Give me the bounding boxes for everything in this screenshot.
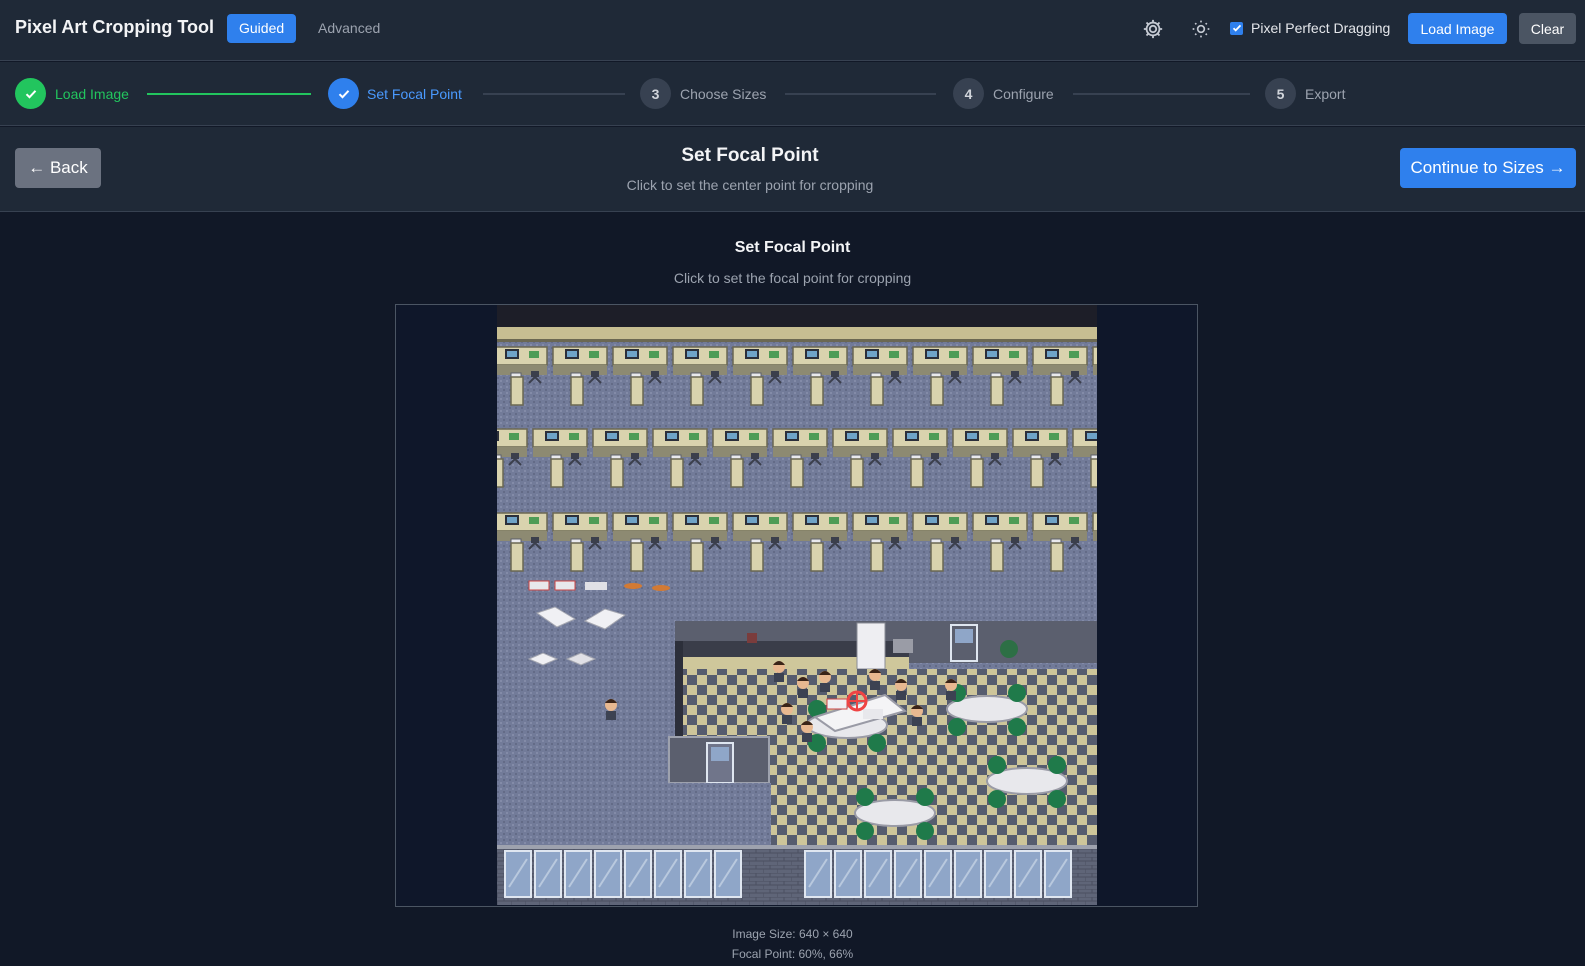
step-3-circle[interactable]: 3 bbox=[640, 78, 671, 109]
step-3-label[interactable]: Choose Sizes bbox=[680, 86, 766, 102]
app-header: Pixel Art Cropping Tool Guided Advanced … bbox=[0, 0, 1585, 61]
focal-point-info: Focal Point: 60%, 66% bbox=[731, 947, 854, 961]
pixel-perfect-label: Pixel Perfect Dragging bbox=[1251, 20, 1391, 36]
main-subtitle: Click to set the focal point for croppin… bbox=[673, 270, 912, 286]
toolbar-title: Set Focal Point bbox=[681, 145, 819, 166]
step-4-circle[interactable]: 4 bbox=[953, 78, 984, 109]
image-size-info: Image Size: 640 × 640 bbox=[732, 927, 853, 941]
stepper: Load Image Set Focal Point 3 Choose Size… bbox=[0, 62, 1585, 126]
step-connector bbox=[1073, 93, 1250, 95]
step-2-check-icon[interactable] bbox=[328, 78, 359, 109]
main-title: Set Focal Point bbox=[734, 239, 851, 256]
gear-icon[interactable] bbox=[1140, 16, 1166, 42]
sun-icon[interactable] bbox=[1188, 16, 1214, 42]
focal-canvas[interactable] bbox=[395, 304, 1198, 907]
pixel-art-image[interactable] bbox=[497, 305, 1097, 905]
continue-to-sizes-button[interactable]: Continue to Sizes → bbox=[1400, 148, 1576, 188]
toolbar-subtitle: Click to set the center point for croppi… bbox=[626, 177, 874, 193]
app-title: Pixel Art Cropping Tool bbox=[15, 17, 214, 37]
step-connector bbox=[147, 93, 311, 95]
step-connector bbox=[483, 93, 625, 95]
step-1-check-icon[interactable] bbox=[15, 78, 46, 109]
step-1-label[interactable]: Load Image bbox=[55, 86, 129, 102]
mode-advanced-button[interactable]: Advanced bbox=[306, 14, 392, 43]
checkbox-checked-icon[interactable] bbox=[1230, 21, 1243, 35]
focal-point-crosshair-icon bbox=[846, 690, 868, 712]
mode-guided-button[interactable]: Guided bbox=[227, 14, 297, 43]
load-image-button[interactable]: Load Image bbox=[1408, 13, 1507, 44]
step-4-label[interactable]: Configure bbox=[993, 86, 1054, 102]
pixel-perfect-toggle[interactable]: Pixel Perfect Dragging bbox=[1230, 20, 1390, 36]
clear-button[interactable]: Clear bbox=[1519, 13, 1576, 44]
step-2-label[interactable]: Set Focal Point bbox=[367, 86, 462, 102]
step-connector bbox=[785, 93, 936, 95]
step-toolbar: ← Back Set Focal Point Click to set the … bbox=[0, 127, 1585, 212]
step-5-label[interactable]: Export bbox=[1305, 86, 1345, 102]
step-5-circle[interactable]: 5 bbox=[1265, 78, 1296, 109]
